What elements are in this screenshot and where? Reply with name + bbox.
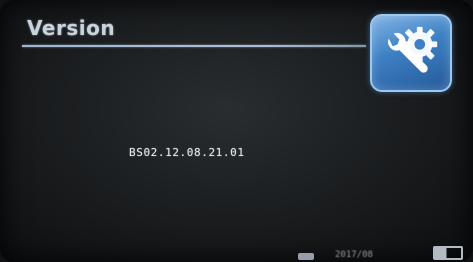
status-icon xyxy=(298,253,314,260)
page-title: Version xyxy=(27,16,116,40)
settings-button[interactable] xyxy=(370,14,452,92)
card-icon xyxy=(433,246,463,260)
wrench-gear-icon xyxy=(388,26,438,73)
screen: Version BS02.12.08.21.01 2017/08 xyxy=(0,0,473,262)
title-underline xyxy=(22,45,366,47)
status-bar: 2017/08 xyxy=(298,244,463,260)
status-time: 2017/08 xyxy=(335,250,373,260)
version-number: BS02.12.08.21.01 xyxy=(129,146,245,159)
